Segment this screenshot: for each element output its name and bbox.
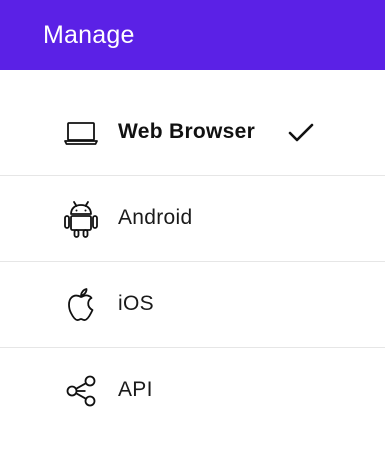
menu-item-android[interactable]: Android (0, 176, 385, 262)
checkmark-icon (287, 121, 315, 145)
platform-menu: Web Browser Android iOS API (0, 90, 385, 434)
apple-icon (63, 286, 99, 324)
menu-item-web-browser[interactable]: Web Browser (0, 90, 385, 176)
menu-item-label: API (118, 378, 153, 401)
page-title: Manage (43, 21, 135, 49)
share-nodes-icon (63, 372, 99, 410)
app-header: Manage (0, 0, 385, 70)
menu-item-label: iOS (118, 292, 154, 315)
menu-item-ios[interactable]: iOS (0, 262, 385, 348)
android-icon (63, 200, 99, 238)
menu-item-label: Android (118, 206, 193, 229)
laptop-icon (63, 114, 99, 152)
menu-item-label: Web Browser (118, 120, 256, 143)
menu-item-api[interactable]: API (0, 348, 385, 434)
